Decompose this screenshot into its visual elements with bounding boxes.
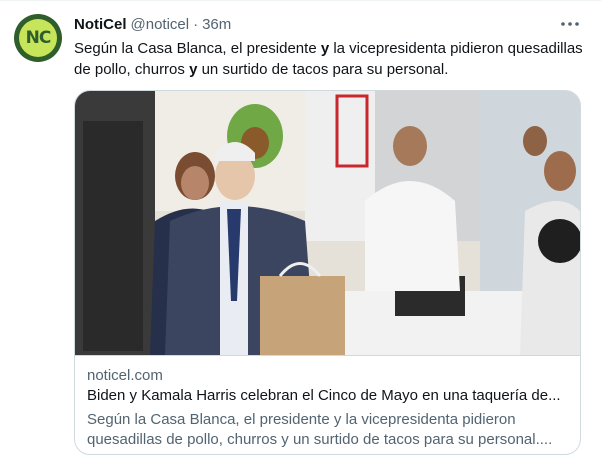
card-title[interactable]: Biden y Kamala Harris celebran el Cinco … bbox=[87, 386, 575, 406]
more-horizontal-icon[interactable] bbox=[559, 14, 581, 34]
tweet-text-part: un surtido de tacos para su personal. bbox=[197, 61, 449, 78]
divider bbox=[0, 0, 601, 1]
card-description: Según la Casa Blanca, el presidente y la… bbox=[87, 411, 553, 448]
tweet-text-part: Según la Casa Blanca, el presidente bbox=[74, 40, 321, 57]
timestamp[interactable]: 36m bbox=[202, 16, 231, 33]
tweet[interactable]: NC NotiCel @noticel · 36m Según la Casa … bbox=[0, 0, 601, 458]
card-meta[interactable]: noticel.com Biden y Kamala Harris celebr… bbox=[75, 355, 580, 454]
tweet-text: Según la Casa Blanca, el presidente y la… bbox=[74, 38, 584, 80]
card-image[interactable] bbox=[75, 91, 580, 355]
avatar[interactable]: NC bbox=[14, 14, 62, 62]
tweet-header: NotiCel @noticel · 36m bbox=[74, 14, 231, 34]
tweet-text-bold: y bbox=[320, 40, 330, 57]
avatar-logo: NC bbox=[19, 19, 57, 57]
card-domain: noticel.com bbox=[87, 367, 163, 384]
author-name[interactable]: NotiCel bbox=[74, 16, 127, 33]
separator-dot: · bbox=[193, 15, 199, 33]
link-card[interactable]: noticel.com Biden y Kamala Harris celebr… bbox=[74, 90, 581, 455]
author-handle[interactable]: @noticel bbox=[131, 16, 190, 33]
